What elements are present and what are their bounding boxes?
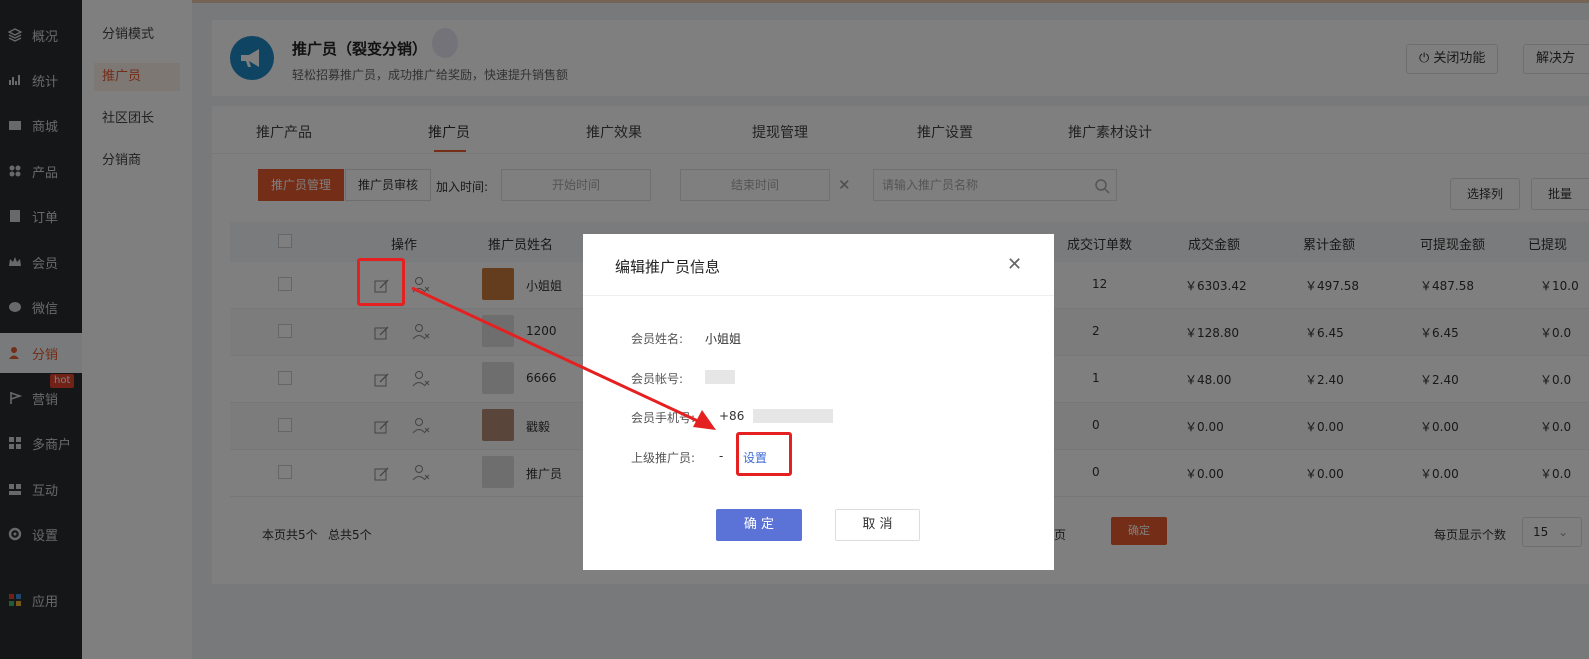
annotation-highlight-box [736, 432, 792, 476]
close-icon[interactable]: ✕ [1007, 256, 1025, 274]
annotation-highlight-box [357, 258, 405, 306]
confirm-button[interactable]: 确 定 [716, 509, 802, 541]
member-name-label: 会员姓名: [631, 332, 684, 346]
dialog-divider [583, 295, 1054, 296]
superior-promoter-value: - [719, 449, 724, 463]
superior-promoter-label: 上级推广员: [631, 451, 696, 465]
cancel-button[interactable]: 取 消 [835, 509, 920, 541]
edit-promoter-dialog: 编辑推广员信息 ✕ 会员姓名: 小姐姐 会员帐号: 会员手机号: +86 上级推… [583, 234, 1054, 570]
member-phone-label: 会员手机号: [631, 411, 696, 425]
member-account-label: 会员帐号: [631, 372, 684, 386]
redacted-account [705, 370, 735, 384]
dialog-title: 编辑推广员信息 [615, 258, 721, 276]
member-name-value: 小姐姐 [705, 332, 742, 346]
redacted-phone [753, 409, 833, 423]
member-phone-prefix: +86 [719, 409, 745, 423]
